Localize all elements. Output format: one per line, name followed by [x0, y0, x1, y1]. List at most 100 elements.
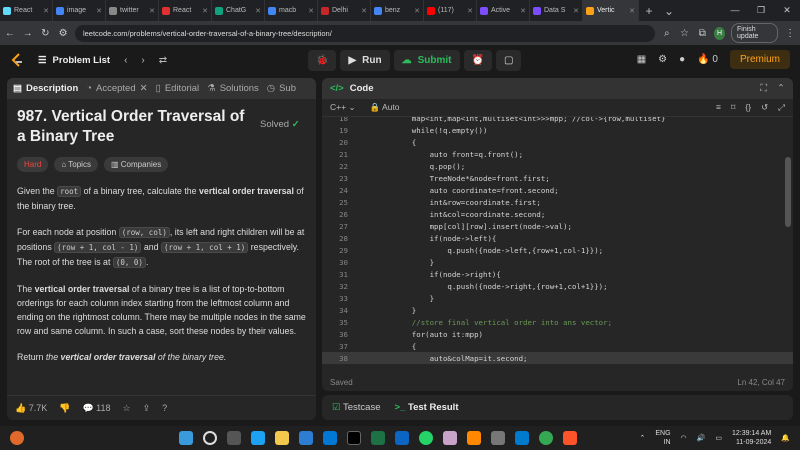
folder-icon[interactable] — [275, 431, 289, 445]
browser-tab[interactable]: React ✕ — [159, 0, 212, 21]
timer-button[interactable]: ⏰ — [463, 50, 492, 71]
code-line[interactable]: 21 auto front=q.front(); — [322, 148, 793, 160]
code-line[interactable]: 31 if(node->right){ — [322, 268, 793, 280]
close-tab-icon[interactable]: ✕ — [361, 7, 367, 15]
minimize-button[interactable]: — — [722, 5, 748, 16]
files-icon[interactable] — [443, 431, 457, 445]
profile-avatar[interactable]: H — [714, 26, 726, 40]
braces-icon[interactable]: {} — [745, 102, 751, 113]
browser-tab[interactable]: Active ✕ — [477, 0, 530, 21]
language-indicator[interactable]: ENG IN — [655, 429, 670, 447]
forward-button[interactable]: → — [22, 28, 34, 39]
tab-testcase[interactable]: ☑ Testcase — [332, 402, 381, 413]
premium-button[interactable]: Premium — [729, 50, 790, 69]
code-line[interactable]: 25 int&row=coordinate.first; — [322, 196, 793, 208]
task-view-icon[interactable] — [227, 431, 241, 445]
companies-chip[interactable]: ▥ Companies — [103, 157, 169, 172]
chrome-icon[interactable] — [539, 431, 553, 445]
clock[interactable]: 12:39:14 AM 11-09-2024 — [732, 429, 771, 447]
browser-tab[interactable]: benz ✕ — [371, 0, 424, 21]
code-line[interactable]: 23 TreeNode*&node=front.first; — [322, 172, 793, 184]
volume-icon[interactable]: 🔊 — [697, 434, 706, 442]
tab-submissions[interactable]: ◷ Sub — [267, 83, 296, 94]
windows-start-icon[interactable] — [179, 431, 193, 445]
prev-problem-icon[interactable]: ‹ — [124, 55, 127, 66]
code-line[interactable]: 34 } — [322, 304, 793, 316]
site-info-icon[interactable]: ⚙ — [57, 28, 69, 39]
code-line[interactable]: 28 if(node->left){ — [322, 232, 793, 244]
tray-expand-icon[interactable]: ⌃ — [639, 434, 645, 442]
url-field[interactable]: leetcode.com/problems/vertical-order-tra… — [74, 24, 655, 42]
vscode-icon[interactable] — [515, 431, 529, 445]
tab-solutions[interactable]: ⚗ Solutions — [207, 83, 259, 94]
comments-button[interactable]: 💬 118 — [82, 403, 110, 414]
problem-list-button[interactable]: ☰ Problem List — [38, 55, 110, 66]
code-line[interactable]: 19 while(!q.empty()) — [322, 124, 793, 136]
fullscreen-icon[interactable]: ⛶ — [760, 83, 767, 94]
close-window-button[interactable]: ✕ — [774, 5, 800, 16]
like-button[interactable]: 👍 7.7K — [15, 403, 47, 414]
brave-icon[interactable] — [563, 431, 577, 445]
close-tab-icon[interactable]: ✕ — [573, 7, 579, 15]
browser-tab[interactable]: twitter ✕ — [106, 0, 159, 21]
format-icon[interactable]: ≡ — [716, 102, 721, 113]
notes-button[interactable]: ▢ — [495, 50, 522, 71]
bookmark-star-icon[interactable]: ☆ — [679, 28, 691, 39]
streak-counter[interactable]: 🔥 0 — [697, 54, 718, 65]
language-select[interactable]: C++ ⌄ — [330, 102, 356, 113]
code-line[interactable]: 30 } — [322, 256, 793, 268]
browser-tab[interactable]: Delhi ✕ — [318, 0, 371, 21]
user-avatar[interactable]: ● — [679, 54, 685, 65]
reset-icon[interactable]: ↺ — [761, 102, 768, 113]
excel-icon[interactable] — [371, 431, 385, 445]
browser-tab[interactable]: macb ✕ — [265, 0, 318, 21]
close-tab-icon[interactable]: ✕ — [43, 7, 49, 15]
shuffle-icon[interactable]: ⇄ — [159, 55, 167, 66]
code-editor[interactable]: 18 map<int,map<int,multiset<int>>>mpp; /… — [322, 117, 793, 365]
close-tab-icon[interactable]: ✕ — [308, 7, 314, 15]
code-line[interactable]: 35 //store final vertical order into ans… — [322, 316, 793, 328]
browser-tab[interactable]: ChatG ✕ — [212, 0, 265, 21]
tab-description[interactable]: ▤ Description — [13, 83, 78, 94]
auto-mode-toggle[interactable]: 🔒 Auto — [370, 102, 400, 113]
code-line[interactable]: 37 { — [322, 340, 793, 352]
run-button[interactable]: ▶ Run — [340, 50, 390, 71]
tab-editorial[interactable]: ▯ Editorial — [156, 83, 200, 94]
whatsapp-icon[interactable] — [419, 431, 433, 445]
code-line[interactable]: 18 map<int,map<int,multiset<int>>>mpp; /… — [322, 117, 793, 124]
expand-icon[interactable]: ⤢ — [778, 102, 785, 113]
layout-icon[interactable]: ▦ — [637, 54, 646, 65]
code-line[interactable]: 26 int&col=coordinate.second; — [322, 208, 793, 220]
debug-button[interactable]: 🐞 — [308, 50, 337, 71]
vlc-icon[interactable] — [467, 431, 481, 445]
code-line[interactable]: 38 auto&colMap=it.second; — [322, 352, 793, 364]
code-line[interactable]: 22 q.pop(); — [322, 160, 793, 172]
settings-icon[interactable]: ⚙ — [658, 54, 667, 65]
help-icon[interactable]: ? — [162, 403, 167, 413]
browser-tab[interactable]: image ✕ — [53, 0, 106, 21]
submit-button[interactable]: ☁ Submit — [393, 50, 460, 71]
problem-title[interactable]: 987. Vertical Order Traversal of a Binar… — [17, 107, 251, 147]
code-line[interactable]: 29 q.push({node->left,{row+1,col-1}}); — [322, 244, 793, 256]
topics-chip[interactable]: ⌂ Topics — [54, 157, 98, 172]
bookmark-icon[interactable]: ⌑ — [731, 102, 735, 113]
browser-tab[interactable]: (117) ✕ — [424, 0, 477, 21]
tab-search-icon[interactable]: ⌄ — [659, 4, 679, 18]
code-line[interactable]: 27 mpp[col][row].insert(node->val); — [322, 220, 793, 232]
close-tab-icon[interactable]: ✕ — [414, 7, 420, 15]
notification-icon[interactable]: 🔔 — [781, 434, 790, 442]
zoom-icon[interactable]: ⌕ — [661, 28, 673, 39]
browser-tab[interactable]: React ✕ — [0, 0, 53, 21]
close-tab-icon[interactable]: ✕ — [520, 7, 526, 15]
reload-button[interactable]: ↻ — [39, 28, 51, 39]
x-icon[interactable] — [347, 431, 361, 445]
share-icon[interactable]: ⇪ — [143, 403, 151, 414]
tab-test-result[interactable]: >_ Test Result — [395, 402, 459, 413]
new-tab-button[interactable]: + — [639, 4, 659, 18]
edge-icon[interactable] — [251, 431, 265, 445]
close-tab-icon[interactable]: ✕ — [629, 7, 635, 15]
battery-icon[interactable]: ▭ — [715, 434, 722, 442]
browser-tab[interactable]: Vertic ✕ — [583, 0, 639, 21]
collapse-icon[interactable]: ⌃ — [777, 83, 785, 94]
linkedin-icon[interactable] — [395, 431, 409, 445]
